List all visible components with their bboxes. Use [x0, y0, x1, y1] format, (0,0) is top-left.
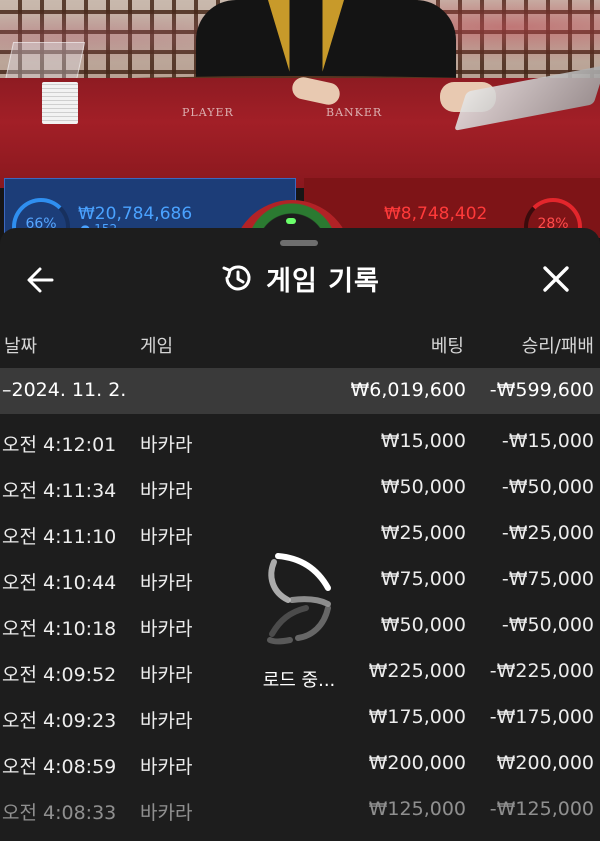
- row-bet: ₩75,000: [380, 568, 466, 590]
- game-history-sheet: 게임 기록 날짜 게임 베팅 승리/패배 –2024. 11. 2. ₩6,01…: [0, 228, 600, 841]
- row-time: 오전 4:09:52: [2, 664, 117, 686]
- day-date: –2024. 11. 2.: [2, 379, 127, 401]
- close-icon: [543, 266, 569, 292]
- live-video-background: PLAYER BANKER 66% ₩20,784,686 ● 152 ₩8,7…: [0, 0, 600, 260]
- banker-bet-amount: ₩8,748,402: [384, 204, 488, 224]
- row-result: -₩225,000: [489, 660, 594, 682]
- card-stack: [42, 82, 78, 124]
- row-bet: ₩225,000: [368, 660, 466, 682]
- column-header-date: 날짜: [4, 336, 38, 357]
- row-game: 바카라: [140, 526, 193, 548]
- row-time: 오전 4:11:34: [2, 480, 117, 502]
- table-header: 날짜 게임 베팅 승리/패배: [0, 326, 600, 366]
- history-row[interactable]: 오전 4:08:33 바카라 ₩125,000 -₩125,000: [0, 786, 600, 832]
- row-bet: ₩50,000: [380, 614, 466, 636]
- column-header-bet: 베팅: [430, 336, 464, 357]
- row-bet: ₩175,000: [368, 706, 466, 728]
- row-result: ₩200,000: [496, 752, 594, 774]
- row-result: -₩75,000: [501, 568, 594, 590]
- row-bet: ₩15,000: [380, 430, 466, 452]
- day-summary-row[interactable]: –2024. 11. 2. ₩6,019,600 -₩599,600: [0, 368, 600, 414]
- row-game: 바카라: [140, 710, 193, 732]
- row-result: -₩15,000: [501, 430, 594, 452]
- row-time: 오전 4:11:10: [2, 526, 117, 548]
- day-total-result: -₩599,600: [489, 379, 594, 401]
- history-row[interactable]: 오전 4:11:34 바카라 ₩50,000 -₩50,000: [0, 464, 600, 510]
- row-game: 바카라: [140, 664, 193, 686]
- loading-indicator: 로드 중...: [244, 548, 354, 691]
- table-label-player: PLAYER: [182, 106, 234, 119]
- row-game: 바카라: [140, 480, 193, 502]
- row-time: 오전 4:08:33: [2, 802, 117, 824]
- column-header-game: 게임: [140, 336, 174, 357]
- row-game: 바카라: [140, 434, 193, 456]
- row-time: 오전 4:09:23: [2, 710, 117, 732]
- row-bet: ₩125,000: [368, 798, 466, 820]
- row-result: -₩50,000: [501, 614, 594, 636]
- row-bet: ₩50,000: [380, 476, 466, 498]
- row-game: 바카라: [140, 618, 193, 640]
- loading-spinner-icon: [267, 553, 331, 645]
- row-game: 바카라: [140, 756, 193, 778]
- row-time: 오전 4:08:59: [2, 756, 117, 778]
- player-bet-amount: ₩20,784,686: [78, 204, 193, 224]
- sheet-title-group: 게임 기록: [0, 256, 600, 300]
- loading-label: 로드 중...: [262, 670, 336, 691]
- row-game: 바카라: [140, 572, 193, 594]
- row-bet: ₩25,000: [380, 522, 466, 544]
- history-row[interactable]: 오전 4:09:23 바카라 ₩175,000 -₩175,000: [0, 694, 600, 740]
- close-button[interactable]: [532, 258, 580, 302]
- row-time: 오전 4:10:18: [2, 618, 117, 640]
- row-result: -₩25,000: [501, 522, 594, 544]
- sheet-header: 게임 기록: [0, 228, 600, 326]
- history-row[interactable]: 오전 4:12:01 바카라 ₩15,000 -₩15,000: [0, 418, 600, 464]
- row-bet: ₩200,000: [368, 752, 466, 774]
- day-total-bet: ₩6,019,600: [350, 379, 466, 401]
- row-result: -₩175,000: [489, 706, 594, 728]
- row-result: -₩125,000: [489, 798, 594, 820]
- row-game: 바카라: [140, 802, 193, 824]
- history-icon: [222, 265, 251, 291]
- table-label-banker: BANKER: [326, 106, 383, 119]
- row-time: 오전 4:10:44: [2, 572, 117, 594]
- history-row[interactable]: 오전 4:08:59 바카라 ₩200,000 ₩200,000: [0, 740, 600, 786]
- column-header-result: 승리/패배: [521, 336, 594, 357]
- row-time: 오전 4:12:01: [2, 434, 117, 456]
- sheet-title: 게임 기록: [266, 265, 380, 297]
- row-result: -₩50,000: [501, 476, 594, 498]
